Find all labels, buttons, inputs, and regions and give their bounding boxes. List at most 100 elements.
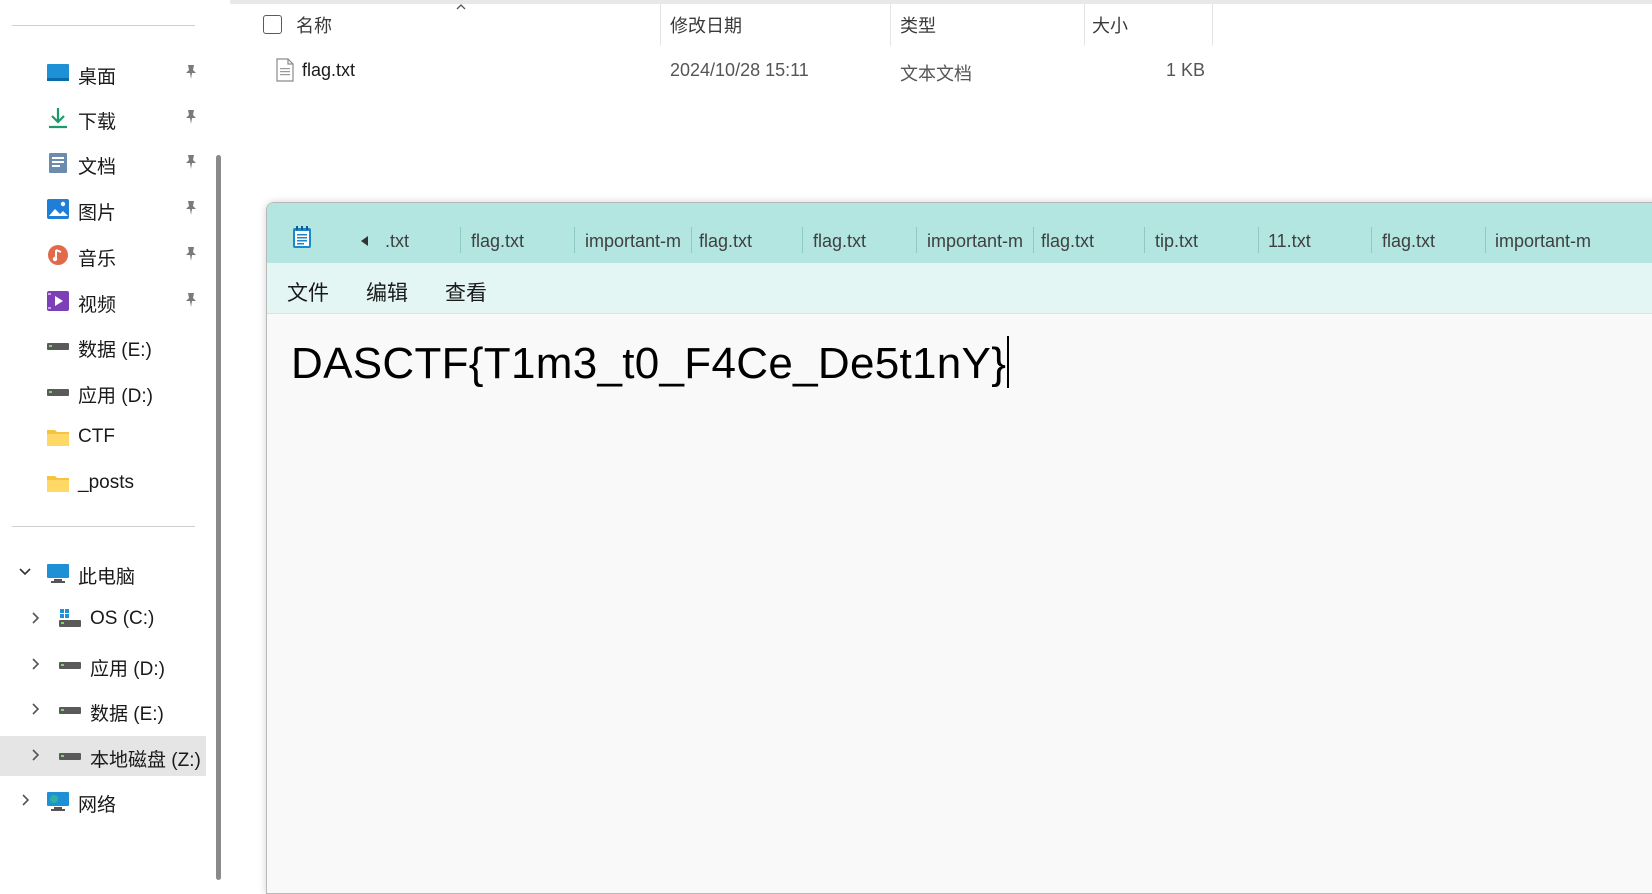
folder-icon — [47, 430, 69, 446]
tab-separator — [1144, 227, 1145, 253]
column-header-date[interactable]: 修改日期 — [670, 12, 742, 38]
drive-icon — [59, 707, 81, 714]
nav-item-label: 此电脑 — [78, 567, 136, 588]
nav-item-this-pc[interactable]: 此电脑 — [0, 553, 205, 593]
tab[interactable]: .txt — [385, 231, 455, 252]
windows-drive-icon — [59, 609, 81, 627]
pin-icon[interactable] — [183, 200, 199, 216]
navigation-pane: 桌面 下载 文档 图片 音乐 视频 数据 (E:) 应用 (D:) CTF _p… — [0, 0, 230, 880]
nav-item-label: 视频 — [78, 295, 117, 316]
file-list-top-border — [230, 0, 1652, 4]
nav-item-drive-c[interactable]: OS (C:) — [0, 599, 205, 639]
pin-icon[interactable] — [183, 292, 199, 308]
nav-item-label: 数据 (E:) — [78, 340, 152, 361]
file-type: 文本文档 — [900, 64, 972, 84]
column-separator[interactable] — [1212, 4, 1213, 46]
column-header-type[interactable]: 类型 — [900, 12, 936, 38]
tab[interactable]: important-m — [927, 231, 1031, 252]
nav-item-ctf[interactable]: CTF — [0, 417, 205, 457]
tab-separator — [802, 227, 803, 253]
tab[interactable]: flag.txt — [813, 231, 913, 252]
file-list: 名称 修改日期 类型 大小 flag.txt 2024/10/28 15:11 … — [230, 0, 1652, 200]
tab-separator — [691, 227, 692, 253]
nav-item-drive-e-pc[interactable]: 数据 (E:) — [0, 690, 205, 730]
pin-icon[interactable] — [183, 109, 199, 125]
sort-ascending-icon — [456, 4, 466, 10]
column-header-name[interactable]: 名称 — [296, 12, 332, 38]
nav-item-desktop[interactable]: 桌面 — [0, 53, 205, 93]
tab[interactable]: important-m — [1495, 231, 1615, 252]
nav-item-label: 应用 (D:) — [90, 659, 165, 680]
nav-item-drive-z[interactable]: 本地磁盘 (Z:) — [0, 736, 206, 776]
videos-icon — [47, 291, 69, 311]
nav-item-music[interactable]: 音乐 — [0, 235, 205, 275]
text-file-icon — [276, 58, 294, 82]
text-editor-area[interactable]: DASCTF{T1m3_t0_F4Ce_De5t1nY} — [267, 314, 1652, 893]
nav-scrollbar[interactable] — [216, 155, 221, 880]
tab-separator — [1485, 227, 1486, 253]
nav-item-label: 图片 — [78, 203, 117, 224]
nav-item-label: _posts — [78, 472, 134, 493]
chevron-right-icon[interactable] — [28, 702, 42, 716]
column-separator[interactable] — [890, 4, 891, 46]
pin-icon[interactable] — [183, 246, 199, 262]
nav-divider-bottom — [12, 526, 195, 527]
chevron-right-icon[interactable] — [28, 748, 42, 762]
menu-view[interactable]: 查看 — [445, 277, 487, 307]
text-caret — [1007, 336, 1010, 388]
drive-icon — [59, 662, 81, 669]
nav-item-drive-e[interactable]: 数据 (E:) — [0, 326, 205, 366]
nav-item-downloads[interactable]: 下载 — [0, 98, 205, 138]
notepad-app-icon — [293, 226, 311, 248]
nav-item-posts[interactable]: _posts — [0, 463, 205, 503]
pictures-icon — [47, 199, 69, 219]
column-separator[interactable] — [1084, 4, 1085, 46]
tab-separator — [1371, 227, 1372, 253]
editor-text: DASCTF{T1m3_t0_F4Ce_De5t1nY} — [291, 339, 1007, 388]
file-name: flag.txt — [302, 60, 356, 80]
network-icon — [47, 792, 69, 811]
tab-scroll-left-icon[interactable] — [359, 235, 369, 247]
chevron-right-icon[interactable] — [28, 611, 42, 625]
nav-item-label: 网络 — [78, 795, 117, 816]
column-header-size[interactable]: 大小 — [1092, 12, 1128, 38]
pin-icon[interactable] — [183, 154, 199, 170]
tab[interactable]: important-m — [585, 231, 689, 252]
file-date: 2024/10/28 15:11 — [670, 60, 809, 80]
nav-item-pictures[interactable]: 图片 — [0, 189, 205, 229]
select-all-checkbox[interactable] — [263, 15, 282, 34]
documents-icon — [49, 153, 67, 173]
menu-edit[interactable]: 编辑 — [366, 277, 408, 307]
chevron-right-icon[interactable] — [18, 793, 32, 807]
chevron-right-icon[interactable] — [28, 657, 42, 671]
tab[interactable]: flag.txt — [1041, 231, 1141, 252]
menu-file[interactable]: 文件 — [287, 277, 329, 307]
tab[interactable]: flag.txt — [471, 231, 571, 252]
tab-separator — [916, 227, 917, 253]
notepad-window: .txt flag.txt important-m flag.txt flag.… — [266, 202, 1652, 894]
nav-item-network[interactable]: 网络 — [0, 781, 205, 821]
drive-icon — [47, 343, 69, 350]
tab[interactable]: flag.txt — [1382, 231, 1482, 252]
nav-item-label: 文档 — [78, 157, 117, 178]
editor-content[interactable]: DASCTF{T1m3_t0_F4Ce_De5t1nY} — [291, 336, 1010, 389]
pin-icon[interactable] — [183, 64, 199, 80]
tab[interactable]: 11.txt — [1268, 231, 1368, 252]
nav-item-label: 应用 (D:) — [78, 386, 153, 407]
nav-item-label: 下载 — [78, 112, 117, 133]
nav-divider-top — [12, 25, 195, 26]
tab[interactable]: tip.txt — [1155, 231, 1255, 252]
column-separator[interactable] — [660, 4, 661, 46]
folder-icon — [47, 476, 69, 492]
tab-separator — [574, 227, 575, 253]
notepad-menu-bar: 文件 编辑 查看 — [267, 263, 1652, 314]
nav-item-drive-d[interactable]: 应用 (D:) — [0, 372, 205, 412]
nav-item-documents[interactable]: 文档 — [0, 143, 205, 183]
nav-item-drive-d-pc[interactable]: 应用 (D:) — [0, 645, 205, 685]
tab[interactable]: flag.txt — [699, 231, 799, 252]
nav-item-videos[interactable]: 视频 — [0, 281, 205, 321]
nav-item-label: 桌面 — [78, 67, 117, 88]
chevron-down-icon[interactable] — [18, 565, 32, 579]
desktop-icon — [47, 64, 69, 81]
nav-item-label: OS (C:) — [90, 608, 155, 629]
